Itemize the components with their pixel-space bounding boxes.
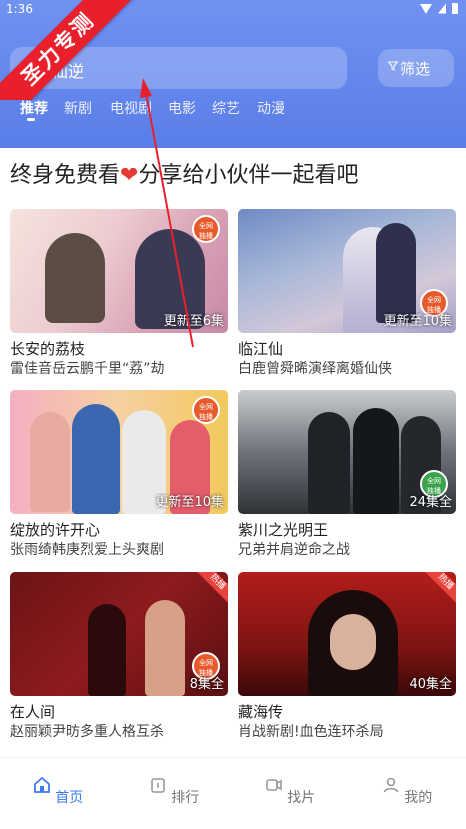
filter-icon [388,61,398,71]
show-card[interactable]: 全网 独播 更新至10集 临江仙 白鹿曾舜晞演绎离婚仙侠 [238,209,456,378]
show-title: 绽放的许开心 [10,521,101,539]
poster-face [330,614,376,670]
poster-figure [30,412,70,512]
promo-headline: 终身免费看❤分享给小伙伴一起看吧 [10,157,358,189]
exclusive-tag: 全网 独播 [192,215,220,243]
episode-badge: 8集全 [189,677,224,692]
nav-find-label: 找片 [287,790,316,806]
show-title: 紫川之光明王 [238,521,329,539]
exclusive-tag: 全网 独播 [192,396,220,424]
tab-variety[interactable]: 综艺 [212,98,240,118]
tab-tv[interactable]: 电视剧 [110,98,152,118]
show-title: 藏海传 [238,703,284,721]
nav-rank-label: 排行 [171,790,200,806]
show-desc: 雷佳音岳云鹏千里“荔”劫 [10,361,165,377]
show-card[interactable]: 全网 独播 更新至10集 绽放的许开心 张雨绮韩庚烈爱上头爽剧 [10,390,228,559]
battery-icon [452,3,458,14]
video-icon [265,779,282,791]
nav-home-label: 首页 [55,790,84,806]
tab-new[interactable]: 新剧 [64,98,92,118]
show-desc: 张雨绮韩庚烈爱上头爽剧 [10,542,164,558]
show-poster[interactable]: 全网 独播 更新至10集 [238,209,456,333]
show-card[interactable]: 热播 40集全 藏海传 肖战新剧!血色连环杀局 [238,572,456,741]
tab-anime[interactable]: 动漫 [257,98,285,118]
show-title: 在人间 [10,703,56,721]
watermark-ribbon: 圣力专测 [0,0,141,100]
show-poster[interactable]: 全网 独播 24集全 [238,390,456,514]
poster-figure [88,604,126,696]
status-icons [420,3,458,14]
show-poster[interactable]: 全网 独播 更新至10集 [10,390,228,514]
rank-icon [150,778,165,793]
show-title: 临江仙 [238,340,284,358]
show-desc: 赵丽颖尹昉多重人格互杀 [10,724,164,740]
nav-mine[interactable]: 我的 [377,776,437,807]
show-card[interactable]: 全网 独播 更新至6集 长安的荔枝 雷佳音岳云鹏千里“荔”劫 [10,209,228,378]
nav-mine-label: 我的 [404,790,433,806]
headline-text-1: 终身免费看 [10,163,121,188]
bottom-nav: 首页 排行 找片 我的 [0,757,466,829]
user-icon [383,777,399,793]
nav-home[interactable]: 首页 [28,776,88,807]
home-icon [33,776,50,793]
episode-badge: 24集全 [409,495,452,510]
show-desc: 兄弟并肩逆命之战 [238,542,350,558]
show-poster[interactable]: 热播 全网 独播 8集全 [10,572,228,696]
poster-figure [353,408,399,514]
poster-figure [376,223,416,323]
show-poster[interactable]: 全网 独播 更新至6集 [10,209,228,333]
episode-badge: 更新至10集 [383,314,452,329]
episode-badge: 更新至10集 [155,495,224,510]
episode-badge: 更新至6集 [163,314,224,329]
show-poster[interactable]: 热播 40集全 [238,572,456,696]
tab-indicator [27,118,35,121]
heart-icon: ❤ [120,163,139,188]
poster-figure [145,600,185,696]
episode-badge: 40集全 [409,677,452,692]
show-title: 长安的荔枝 [10,340,86,358]
show-card[interactable]: 全网 独播 24集全 紫川之光明王 兄弟并肩逆命之战 [238,390,456,559]
poster-figure [308,412,350,514]
watermark-corner: 圣力专测 [0,0,160,100]
show-desc: 白鹿曾舜晞演绎离婚仙侠 [238,361,392,377]
tab-movie[interactable]: 电影 [168,98,196,118]
nav-find[interactable]: 找片 [260,776,320,807]
wifi-icon [420,3,432,14]
show-card[interactable]: 热播 全网 独播 8集全 在人间 赵丽颖尹昉多重人格互杀 [10,572,228,741]
show-desc: 肖战新剧!血色连环杀局 [238,724,384,740]
filter-button[interactable]: 筛选 [378,49,454,87]
cell-signal-icon [438,3,446,14]
category-tabs: 推荐 新剧 电视剧 电影 综艺 动漫 [0,98,466,128]
poster-figure [72,404,120,514]
filter-label: 筛选 [400,60,431,78]
headline-text-2: 分享给小伙伴一起看吧 [138,163,359,188]
tab-recommend[interactable]: 推荐 [20,98,48,118]
poster-figure [45,233,105,323]
nav-rank[interactable]: 排行 [144,776,204,807]
